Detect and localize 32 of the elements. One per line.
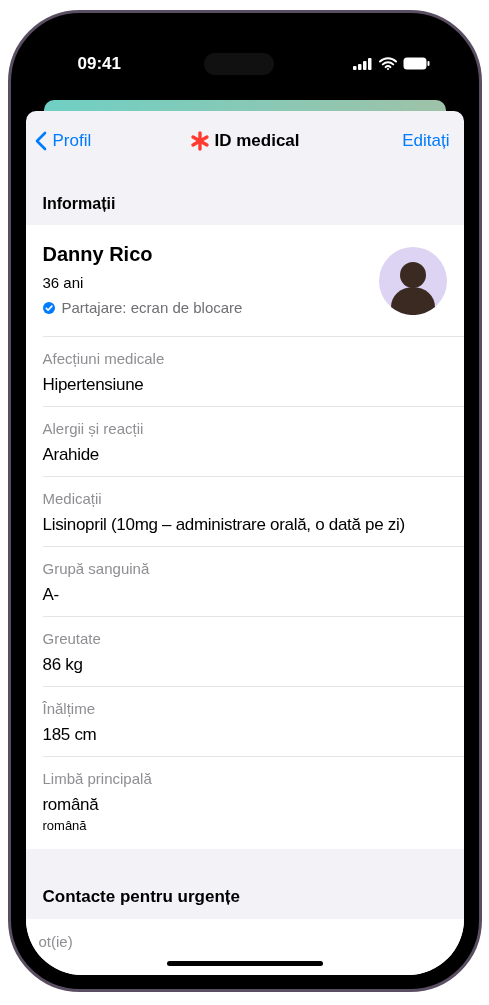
- edit-link[interactable]: Editați: [402, 131, 450, 151]
- sharing-status: Partajare: ecran de blocare: [61, 299, 243, 316]
- field-label: Afecțiuni medicale: [42, 350, 166, 367]
- field-value: 185 cm: [42, 725, 98, 745]
- field-value: Arahide: [42, 445, 100, 465]
- back-chevron-icon: [34, 131, 47, 151]
- field-value: Hipertensiune: [42, 375, 145, 395]
- section-header: Contacte pentru urgențe: [41, 886, 241, 908]
- status-time: 09:41: [77, 53, 122, 74]
- avatar-icon: [378, 247, 447, 315]
- checkmark-badge-icon: [42, 301, 55, 314]
- field-label: Alergii și reacții: [42, 420, 145, 437]
- field-value: română: [42, 795, 100, 815]
- battery-icon: [402, 57, 430, 70]
- field-label: Înălțime: [42, 700, 97, 717]
- field-value: 86 kg: [42, 655, 84, 675]
- asterisk-icon: [189, 131, 210, 151]
- wifi-icon: [378, 57, 397, 70]
- field-label: Greutate: [42, 630, 102, 647]
- field-value: Lisinopril (10mg – administrare orală, o dată pe zi): [42, 515, 406, 535]
- field-label: Limbă principală: [42, 770, 153, 787]
- contact-label: ot(ie): [38, 933, 73, 950]
- field-value: A-: [42, 585, 60, 605]
- age-text: 36 ani: [42, 274, 85, 291]
- field-label: Medicații: [42, 490, 103, 507]
- person-name: Danny Rico: [42, 243, 154, 266]
- field-label: Grupă sanguină: [42, 560, 151, 577]
- back-link[interactable]: Profil: [34, 131, 92, 151]
- signal-icon: [352, 57, 373, 70]
- screen-title: ID medical: [214, 131, 300, 151]
- field-subvalue: română: [42, 818, 88, 833]
- section-header: Informații: [41, 194, 117, 214]
